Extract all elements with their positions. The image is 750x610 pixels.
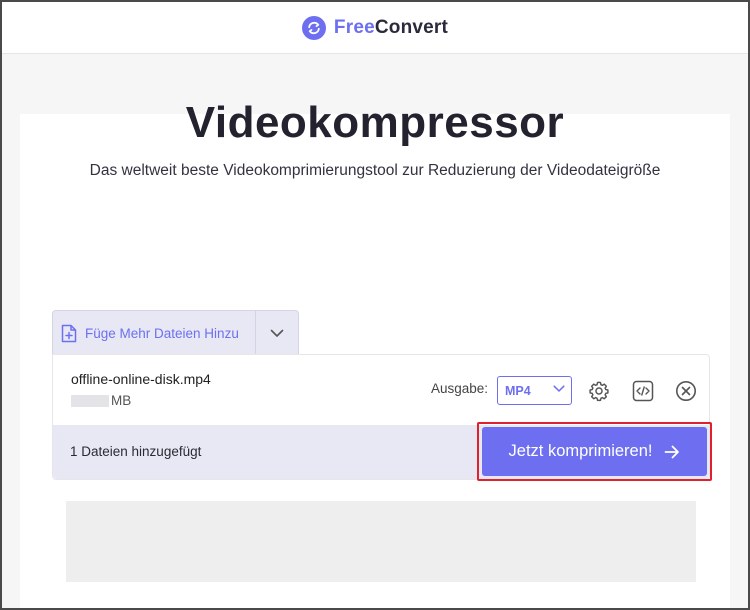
output-format-value: MP4 bbox=[505, 383, 531, 398]
browser-frame: FreeConvert Videokompressor Das weltweit… bbox=[0, 0, 750, 610]
file-size-unit: MB bbox=[111, 393, 132, 408]
brand-free: Free bbox=[333, 16, 375, 38]
brand-convert: Convert bbox=[374, 16, 449, 38]
settings-button[interactable] bbox=[587, 379, 611, 403]
code-icon bbox=[632, 380, 654, 402]
output-format-select[interactable]: MP4 bbox=[497, 376, 572, 405]
page-title: Videokompressor bbox=[185, 98, 565, 147]
remove-file-button[interactable] bbox=[674, 379, 698, 403]
file-card: offline-online-disk.mp4 MB Ausgabe: MP4 bbox=[52, 354, 712, 481]
chevron-down-icon bbox=[553, 385, 565, 392]
chevron-down-icon bbox=[270, 329, 284, 337]
file-name: offline-online-disk.mp4 bbox=[71, 371, 211, 387]
top-header: FreeConvert bbox=[2, 2, 748, 54]
ad-placeholder bbox=[66, 501, 696, 582]
add-files-group: Füge Mehr Dateien Hinzu bbox=[52, 310, 299, 355]
page-subtitle: Das weltweit beste Videokomprimierungsto… bbox=[89, 162, 661, 179]
add-files-label: Füge Mehr Dateien Hinzu bbox=[85, 325, 239, 341]
output-label: Ausgabe: bbox=[431, 381, 489, 396]
add-files-dropdown-toggle[interactable] bbox=[256, 311, 298, 355]
file-size: MB bbox=[71, 393, 131, 408]
arrow-right-icon bbox=[665, 445, 680, 458]
compress-now-button[interactable]: Jetzt komprimieren! bbox=[482, 427, 707, 476]
file-plus-icon bbox=[61, 324, 77, 342]
brand-logo[interactable]: FreeConvert bbox=[334, 17, 448, 39]
files-added-count: 1 Dateien hinzugefügt bbox=[70, 444, 202, 459]
compress-button-label: Jetzt komprimieren! bbox=[508, 442, 653, 460]
embed-code-button[interactable] bbox=[631, 379, 655, 403]
file-size-redacted bbox=[71, 394, 109, 407]
file-row: offline-online-disk.mp4 MB Ausgabe: MP4 bbox=[53, 355, 709, 425]
add-files-button[interactable]: Füge Mehr Dateien Hinzu bbox=[53, 311, 256, 355]
file-footer: 1 Dateien hinzugefügt Jetzt komprimieren… bbox=[53, 422, 712, 481]
sync-logo-icon[interactable] bbox=[301, 15, 326, 40]
close-circle-icon bbox=[676, 381, 696, 401]
compress-button-highlight: Jetzt komprimieren! bbox=[477, 422, 712, 481]
gear-icon bbox=[589, 381, 609, 402]
